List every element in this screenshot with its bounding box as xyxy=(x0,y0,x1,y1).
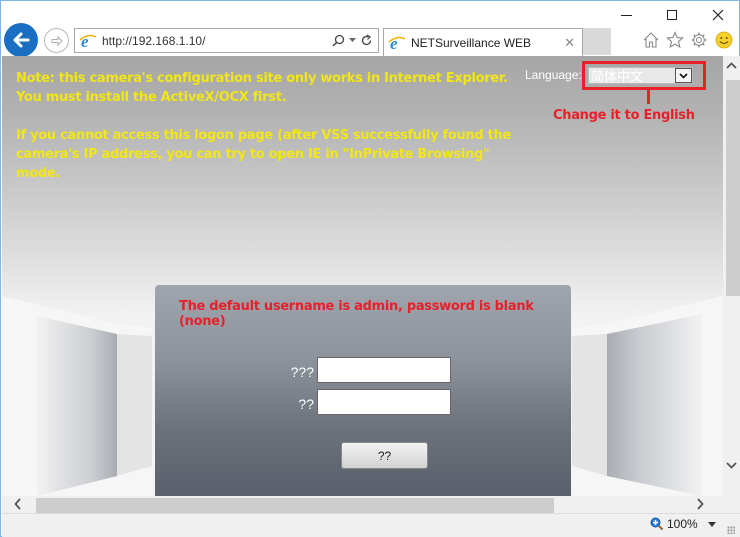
zoom-level: 100% xyxy=(667,517,698,531)
home-icon xyxy=(643,32,659,48)
maximize-icon xyxy=(667,10,677,20)
search-dropdown-icon[interactable] xyxy=(349,38,356,43)
resize-grip-icon[interactable] xyxy=(727,526,735,534)
scroll-down-icon[interactable] xyxy=(726,461,737,469)
note-paragraph-inprivate: If you cannot access this logon page (af… xyxy=(16,128,511,181)
back-button[interactable] xyxy=(4,23,38,57)
browser-window: e http://192.168.1.10/ e NETSurveillance… xyxy=(0,0,740,537)
status-bar: 100% xyxy=(2,513,740,537)
tab-ie-icon: e xyxy=(388,34,406,52)
internet-explorer-icon: e xyxy=(79,32,97,50)
scrollbar-corner xyxy=(723,496,740,513)
username-label: ??? xyxy=(290,364,314,380)
annotation-highlight-box xyxy=(582,61,706,90)
minimize-button[interactable] xyxy=(603,3,649,27)
close-window-button[interactable] xyxy=(695,3,740,27)
svg-text:e: e xyxy=(390,34,398,52)
scroll-up-icon[interactable] xyxy=(726,62,737,70)
username-input[interactable] xyxy=(317,357,451,383)
address-url[interactable]: http://192.168.1.10/ xyxy=(102,34,332,48)
page-content: Note: this camera's configuration site o… xyxy=(2,56,723,496)
tab-close-icon[interactable]: ✕ xyxy=(564,35,575,51)
new-tab-button[interactable] xyxy=(583,28,611,55)
scroll-left-icon[interactable] xyxy=(14,498,22,510)
ie-requirement-note: Note: this camera's configuration site o… xyxy=(16,69,516,202)
language-label: Language: xyxy=(525,68,582,82)
annotation-change-language: Change it to English xyxy=(553,108,695,123)
back-arrow-icon xyxy=(13,32,30,48)
forward-button[interactable] xyxy=(44,28,69,53)
zoom-dropdown-icon[interactable] xyxy=(708,522,716,527)
annotation-default-credentials: The default username is admin, password … xyxy=(179,299,534,329)
tools-button[interactable] xyxy=(689,30,709,50)
feedback-button[interactable] xyxy=(714,30,734,50)
room-decoration-left xyxy=(2,296,152,496)
horizontal-scroll-thumb[interactable] xyxy=(36,498,554,513)
login-panel: The default username is admin, password … xyxy=(155,285,571,496)
search-icon[interactable] xyxy=(332,34,345,47)
smiley-icon xyxy=(715,31,733,49)
password-label: ?? xyxy=(298,396,314,412)
close-icon xyxy=(712,9,724,21)
scroll-right-icon[interactable] xyxy=(696,498,704,510)
svg-text:e: e xyxy=(81,32,89,50)
home-button[interactable] xyxy=(641,30,661,50)
tab-title: NETSurveillance WEB xyxy=(411,35,532,50)
login-button[interactable]: ?? xyxy=(341,442,428,469)
annotation-pointer-line xyxy=(647,90,650,104)
tab-netsurveillance[interactable]: e NETSurveillance WEB ✕ xyxy=(383,28,583,56)
vertical-scroll-thumb[interactable] xyxy=(726,80,740,296)
password-input[interactable] xyxy=(317,389,451,415)
note-paragraph-activex: Note: this camera's configuration site o… xyxy=(16,71,508,105)
refresh-icon[interactable] xyxy=(360,34,373,47)
forward-arrow-icon xyxy=(51,35,63,46)
zoom-magnifier-icon xyxy=(650,517,664,531)
favorites-button[interactable] xyxy=(665,30,685,50)
address-bar[interactable]: e http://192.168.1.10/ xyxy=(74,28,379,53)
maximize-button[interactable] xyxy=(649,3,695,27)
gear-icon xyxy=(691,32,707,48)
room-decoration-right xyxy=(572,296,723,496)
star-icon xyxy=(666,31,684,49)
zoom-control[interactable]: 100% xyxy=(650,517,698,531)
vertical-scrollbar[interactable] xyxy=(723,56,740,496)
minimize-icon xyxy=(620,14,632,16)
horizontal-scrollbar[interactable] xyxy=(2,496,723,513)
